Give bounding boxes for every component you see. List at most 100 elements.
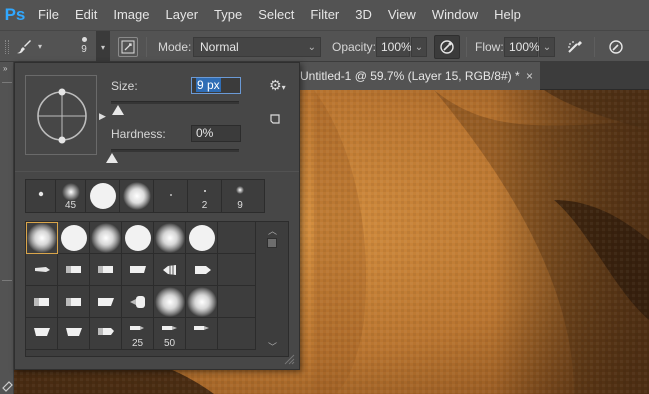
brush-preset-size: 25 xyxy=(131,338,144,349)
brush-angle-roundness-widget[interactable] xyxy=(25,75,97,155)
resize-grip-icon[interactable] xyxy=(283,353,295,365)
brush-preset[interactable] xyxy=(154,254,186,286)
brush-preset[interactable] xyxy=(58,318,90,350)
hardness-input[interactable]: 0% xyxy=(191,125,241,142)
brush-preset[interactable] xyxy=(154,286,186,318)
brush-preset-empty xyxy=(218,318,256,350)
brush-size-number: 9 xyxy=(81,44,87,55)
scroll-up-icon[interactable]: ︿ xyxy=(268,224,277,237)
close-tab-icon[interactable]: × xyxy=(526,69,533,83)
brush-preset-empty xyxy=(218,254,256,286)
menu-filter[interactable]: Filter xyxy=(302,0,347,30)
new-preset-icon[interactable] xyxy=(269,113,281,128)
brush-tip-icon xyxy=(34,298,49,306)
brush-preset[interactable] xyxy=(154,222,186,254)
recent-brushes-strip: 45 2 9 xyxy=(25,179,265,213)
menu-view[interactable]: View xyxy=(380,0,424,30)
brush-tip-icon xyxy=(130,296,145,308)
brush-preset[interactable] xyxy=(58,286,90,318)
brush-preset[interactable] xyxy=(122,254,154,286)
recent-brush[interactable]: 45 xyxy=(56,180,86,212)
brush-preset[interactable] xyxy=(186,318,218,350)
brush-preset[interactable] xyxy=(26,222,58,254)
scroll-down-icon[interactable]: ﹀ xyxy=(268,340,277,353)
expand-panel-icon[interactable]: » xyxy=(3,64,7,73)
picker-divider xyxy=(15,171,299,172)
menu-type[interactable]: Type xyxy=(206,0,250,30)
brush-preset-empty xyxy=(218,222,256,254)
chevron-down-icon: ⌄ xyxy=(307,42,316,53)
brush-tool-icon[interactable] xyxy=(14,38,34,56)
size-label: Size: xyxy=(111,79,138,93)
mode-value: Normal xyxy=(200,40,239,54)
size-slider[interactable] xyxy=(111,101,239,104)
brush-preset[interactable]: 50 xyxy=(154,318,186,350)
brush-preset[interactable] xyxy=(90,286,122,318)
brush-tip-icon xyxy=(61,225,87,251)
brush-tip-icon xyxy=(66,298,81,306)
brush-preset[interactable] xyxy=(90,254,122,286)
brush-preset[interactable] xyxy=(26,318,58,350)
brush-tip-icon xyxy=(155,287,185,317)
brush-preset[interactable] xyxy=(186,222,218,254)
gear-icon[interactable]: ⚙▾ xyxy=(269,77,286,94)
tool-stub[interactable] xyxy=(2,280,12,281)
menu-file[interactable]: File xyxy=(30,0,67,30)
mode-select[interactable]: Normal ⌄ xyxy=(193,37,321,57)
recent-brush[interactable] xyxy=(154,180,188,212)
brush-presets-grid: 25 50 ︿ ﹀ xyxy=(25,221,289,357)
menu-bar: Ps File Edit Image Layer Type Select Fil… xyxy=(0,0,649,30)
recent-brush[interactable] xyxy=(120,180,154,212)
brush-preset[interactable] xyxy=(186,286,218,318)
document-tab[interactable]: Untitled-1 @ 59.7% (Layer 15, RGB/8#) * xyxy=(300,62,540,90)
scrollbar-thumb[interactable] xyxy=(267,238,277,248)
brush-tip-icon xyxy=(189,225,215,251)
brush-preset[interactable] xyxy=(90,318,122,350)
options-separator xyxy=(466,37,467,57)
menu-edit[interactable]: Edit xyxy=(67,0,105,30)
flow-label: Flow: xyxy=(475,40,504,54)
pressure-size-icon[interactable] xyxy=(603,35,629,59)
recent-brush[interactable] xyxy=(86,180,120,212)
flow-input[interactable]: 100% xyxy=(504,37,540,57)
menu-3d[interactable]: 3D xyxy=(347,0,380,30)
hardness-slider-thumb[interactable] xyxy=(106,153,118,163)
menu-window[interactable]: Window xyxy=(424,0,486,30)
tool-stub-icon[interactable] xyxy=(0,376,14,394)
recent-brush[interactable]: 9 xyxy=(222,180,264,212)
flow-dropdown[interactable]: ⌄ xyxy=(539,37,555,57)
mode-label: Mode: xyxy=(158,40,192,54)
tool-preset-chevron-icon[interactable]: ▾ xyxy=(38,42,42,51)
recent-brush[interactable] xyxy=(26,180,56,212)
hardness-slider[interactable] xyxy=(111,149,239,152)
brush-preset[interactable] xyxy=(90,222,122,254)
menu-layer[interactable]: Layer xyxy=(158,0,207,30)
brush-preset[interactable] xyxy=(122,222,154,254)
size-slider-thumb[interactable] xyxy=(112,105,124,115)
brush-preset[interactable]: 25 xyxy=(122,318,154,350)
brush-tip-icon xyxy=(66,266,81,273)
brush-picker-toggle[interactable]: ▾ xyxy=(96,31,110,63)
toggle-brush-panel-icon[interactable] xyxy=(118,37,138,57)
opacity-input[interactable]: 100% xyxy=(376,37,412,57)
size-input[interactable]: 9 px xyxy=(191,77,241,94)
angle-pointer-icon: ▶ xyxy=(99,111,106,121)
chevron-down-icon: ▾ xyxy=(100,42,105,52)
brush-preset[interactable] xyxy=(58,222,90,254)
tool-stub[interactable] xyxy=(2,82,12,83)
options-bar-grip[interactable] xyxy=(5,40,9,54)
pressure-opacity-icon[interactable] xyxy=(434,35,460,59)
brush-preset[interactable] xyxy=(58,254,90,286)
menu-image[interactable]: Image xyxy=(105,0,157,30)
brush-preset[interactable] xyxy=(122,286,154,318)
airbrush-icon[interactable] xyxy=(562,35,588,59)
brush-size-preview[interactable]: 9 xyxy=(74,33,94,61)
brush-preset[interactable] xyxy=(26,286,58,318)
menu-select[interactable]: Select xyxy=(250,0,302,30)
opacity-dropdown[interactable]: ⌄ xyxy=(411,37,427,57)
brush-preset[interactable] xyxy=(186,254,218,286)
brush-preset[interactable] xyxy=(26,254,58,286)
menu-help[interactable]: Help xyxy=(486,0,529,30)
presets-scrollbar[interactable]: ︿ ﹀ xyxy=(256,222,288,356)
recent-brush[interactable]: 2 xyxy=(188,180,222,212)
